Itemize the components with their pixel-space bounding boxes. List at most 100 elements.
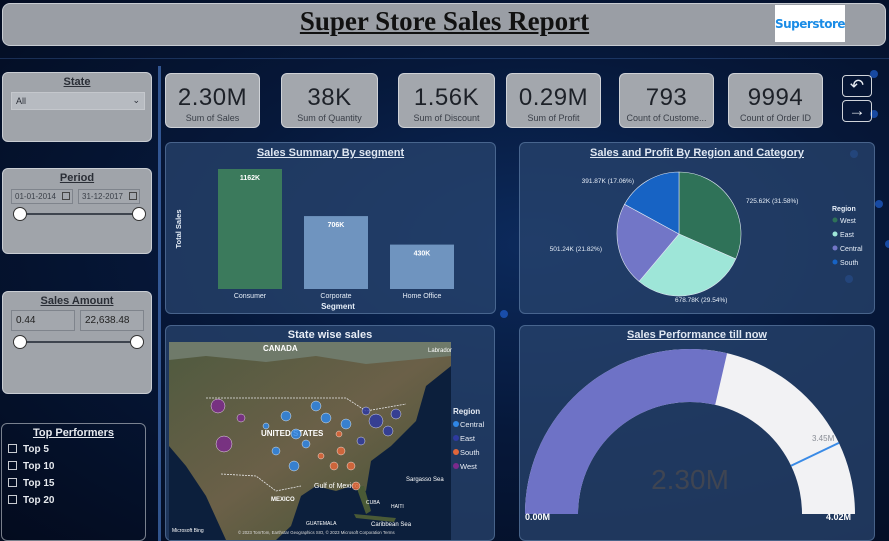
map-bubble xyxy=(335,430,343,438)
map-legend-marker xyxy=(453,435,459,441)
bg-line xyxy=(0,58,889,59)
region-pie-chart: 725.62K (31.58%) 678.78K (29.54%) 501.24K … xyxy=(550,171,863,304)
map-bubble xyxy=(320,412,332,424)
top-performers-slicer: Top Performers Top 5 Top 10 Top 15 Top 2… xyxy=(1,423,146,541)
map-label: Sargasso Sea xyxy=(406,477,444,483)
sales-amount-slider-track xyxy=(19,341,139,343)
back-arrow-icon[interactable]: ↶ xyxy=(842,75,872,97)
top-performers-option[interactable]: Top 20 xyxy=(8,495,54,506)
option-label: Top 10 xyxy=(23,461,55,472)
kpi-label: Sum of Quantity xyxy=(297,113,362,123)
map-bubble xyxy=(271,446,281,456)
period-end-value: 31-12-2017 xyxy=(82,192,123,201)
chevron-down-icon: ⌄ xyxy=(132,95,140,105)
map-bubble xyxy=(262,422,270,430)
map-legend-marker xyxy=(453,463,459,469)
gauge-target-label: 3.45M xyxy=(812,434,835,443)
map-label: MEXICO xyxy=(271,497,295,503)
map-label: CUBA xyxy=(366,500,381,506)
kpi-label: Count of Order ID xyxy=(739,113,812,123)
bg-dot xyxy=(885,240,889,248)
map-bubble xyxy=(288,460,300,472)
pie-legend-marker xyxy=(832,245,838,251)
map-bubble xyxy=(346,461,356,471)
state-slicer: State All ⌄ xyxy=(2,72,152,142)
segment-chart-panel: Sales Summary By segment 1162K Consumer 70… xyxy=(165,142,496,314)
map-attribution: © 2023 TomTom, Earthstar Geographics SIO… xyxy=(238,530,395,535)
pie-data-label: 725.62K (31.58%) xyxy=(746,198,798,205)
option-label: Top 15 xyxy=(23,478,55,489)
top-performers-option[interactable]: Top 5 xyxy=(8,444,49,455)
period-slicer-title: Period xyxy=(59,172,95,184)
bg-dot xyxy=(500,310,508,318)
state-dropdown[interactable]: All ⌄ xyxy=(11,92,145,110)
bar-data-label: 1162K xyxy=(240,175,260,182)
superstore-logo: Superstore xyxy=(775,5,846,42)
sales-amount-slider-min-handle[interactable] xyxy=(13,335,27,349)
bar-consumer xyxy=(218,169,282,289)
pie-data-label: 391.87K (17.06%) xyxy=(582,178,634,185)
kpi-value: 793 xyxy=(645,84,688,111)
x-tick-label: Home Office xyxy=(403,293,442,300)
kpi-value: 1.56K xyxy=(413,84,480,111)
pie-legend-marker xyxy=(832,217,838,223)
kpi-card-orders: 9994 Count of Order ID xyxy=(728,73,823,128)
sales-amount-min-input[interactable]: 0.44 xyxy=(11,310,75,331)
gauge-min-label: 0.00M xyxy=(525,512,550,522)
map-bubble xyxy=(290,428,302,440)
pie-legend-label: South xyxy=(840,260,858,267)
period-slider-start-handle[interactable] xyxy=(13,207,27,221)
gauge-panel: Sales Performance till now 3.45M 2.30M 0.0… xyxy=(519,325,875,541)
period-start-value: 01-01-2014 xyxy=(15,192,56,201)
calendar-icon xyxy=(62,192,70,200)
map-bubble xyxy=(301,439,311,449)
x-axis-label: Segment xyxy=(321,302,355,311)
kpi-value: 9994 xyxy=(747,84,804,111)
kpi-label: Count of Custome... xyxy=(626,113,707,123)
pie-data-label: 501.24K (21.82%) xyxy=(550,246,602,253)
gauge-value-label: 2.30M xyxy=(651,464,729,495)
checkbox-icon xyxy=(8,495,17,504)
map-legend-label: East xyxy=(460,434,476,443)
bg-dot xyxy=(875,200,883,208)
pie-legend-label: West xyxy=(840,218,856,225)
kpi-card-customers: 793 Count of Custome... xyxy=(619,73,714,128)
map-bubble xyxy=(310,400,322,412)
checkbox-icon xyxy=(8,461,17,470)
top-performers-title: Top Performers xyxy=(32,427,115,439)
sales-amount-slicer-title: Sales Amount xyxy=(40,295,114,307)
option-label: Top 5 xyxy=(23,444,49,455)
forward-arrow-icon[interactable]: → xyxy=(842,100,872,122)
y-axis-label: Total Sales xyxy=(174,209,183,248)
map-bubble xyxy=(368,413,384,429)
period-end-date-input[interactable]: 31-12-2017 xyxy=(78,189,140,204)
map-bubble xyxy=(280,410,292,422)
gauge-max-label: 4.02M xyxy=(826,512,851,522)
map-bubble xyxy=(390,408,402,420)
top-performers-option[interactable]: Top 10 xyxy=(8,461,54,472)
checkbox-icon xyxy=(8,478,17,487)
calendar-icon xyxy=(129,192,137,200)
map-label: HAITI xyxy=(391,504,404,510)
sales-amount-slicer: Sales Amount 0.44 22,638.48 xyxy=(2,291,152,394)
sales-amount-max-input[interactable]: 22,638.48 xyxy=(80,310,144,331)
state-sales-map[interactable]: CANADA UNITED STATES MEXICO Gulf of Mexi… xyxy=(166,326,496,541)
map-bubble xyxy=(317,452,325,460)
kpi-value: 0.29M xyxy=(518,84,589,111)
map-panel: State wise sales CANADA UNITED STATES ME… xyxy=(165,325,495,541)
pie-legend-label: East xyxy=(840,232,854,239)
period-slider-end-handle[interactable] xyxy=(132,207,146,221)
map-label: CANADA xyxy=(263,344,298,353)
sales-amount-slider-max-handle[interactable] xyxy=(130,335,144,349)
top-performers-option[interactable]: Top 15 xyxy=(8,478,54,489)
map-bubble xyxy=(329,461,339,471)
map-label: Caribbean Sea xyxy=(371,522,412,528)
map-legend-label: West xyxy=(460,462,478,471)
segment-bar-chart: 1162K Consumer 706K Corporate 430K Home Offic… xyxy=(174,169,454,311)
period-start-date-input[interactable]: 01-01-2014 xyxy=(11,189,73,204)
checkbox-icon xyxy=(8,444,17,453)
kpi-card-sales: 2.30M Sum of Sales xyxy=(165,73,260,128)
map-bubble xyxy=(210,398,226,414)
period-slider-track xyxy=(19,213,139,215)
pie-data-label: 678.78K (29.54%) xyxy=(675,297,727,304)
